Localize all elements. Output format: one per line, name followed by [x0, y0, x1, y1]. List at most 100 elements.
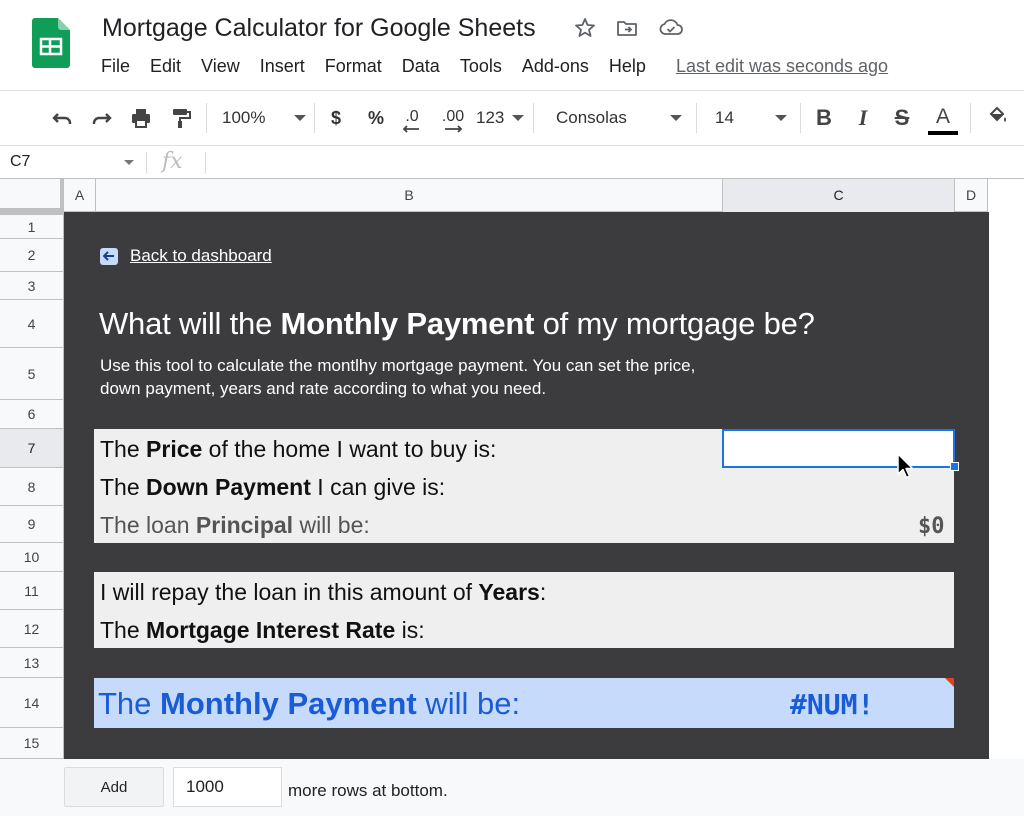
row-header[interactable]: 7	[0, 429, 64, 468]
rows-count-input[interactable]	[173, 767, 282, 807]
toolbar-divider	[206, 103, 207, 133]
row-header[interactable]: 4	[0, 300, 64, 348]
last-edit-link[interactable]: Last edit was seconds ago	[676, 56, 888, 78]
menu-tools[interactable]: Tools	[460, 56, 502, 78]
menu-data[interactable]: Data	[402, 56, 440, 78]
column-header-b[interactable]: B	[96, 179, 723, 212]
currency-format-button[interactable]: $	[322, 91, 350, 145]
row-header[interactable]: 11	[0, 572, 64, 610]
row-header[interactable]: 10	[0, 543, 64, 572]
down-payment-input-cell[interactable]	[722, 469, 954, 506]
percent-format-button[interactable]: %	[362, 91, 390, 145]
paint-format-icon[interactable]	[165, 91, 197, 145]
row-header[interactable]: 15	[0, 728, 64, 759]
chevron-down-icon	[512, 115, 524, 121]
arrow-right-icon	[445, 125, 463, 133]
document-title[interactable]: Mortgage Calculator for Google Sheets	[102, 14, 536, 43]
error-indicator-icon[interactable]	[945, 678, 954, 687]
chevron-down-icon	[124, 160, 134, 165]
cloud-saved-icon[interactable]	[658, 16, 683, 40]
fx-icon: fx	[162, 149, 183, 174]
monthly-payment-value[interactable]: #NUM!	[790, 688, 874, 721]
description-text: Use this tool to calculate the montlhy m…	[100, 356, 696, 398]
column-header-d[interactable]: D	[955, 179, 988, 212]
row-header[interactable]: 9	[0, 506, 64, 543]
toolbar-divider	[696, 103, 697, 133]
row-header[interactable]: 12	[0, 610, 64, 648]
price-input-cell[interactable]	[722, 429, 955, 468]
toolbar-divider	[533, 103, 534, 133]
interest-rate-label: The Mortgage Interest Rate is:	[100, 617, 425, 643]
fill-color-icon[interactable]	[982, 91, 1014, 145]
menu-insert[interactable]: Insert	[260, 56, 305, 78]
formula-input[interactable]	[212, 146, 1012, 178]
font-size-select[interactable]: 14	[715, 91, 787, 145]
add-rows-bar: Add more rows at bottom.	[0, 759, 1024, 816]
column-headers: A B C D	[0, 179, 988, 212]
menu-help[interactable]: Help	[609, 56, 646, 78]
menu-format[interactable]: Format	[325, 56, 382, 78]
chevron-down-icon	[294, 115, 306, 121]
zoom-select[interactable]: 100%	[222, 91, 306, 145]
menu-add-ons[interactable]: Add-ons	[522, 56, 589, 78]
font-family-value: Consolas	[556, 108, 627, 127]
toolbar-divider	[314, 103, 315, 133]
column-header-a[interactable]: A	[64, 179, 96, 212]
menu-file[interactable]: File	[101, 56, 130, 78]
column-header-c[interactable]: C	[723, 179, 955, 212]
rows-text: more rows at bottom.	[288, 781, 448, 800]
years-input-cell[interactable]	[722, 574, 954, 611]
formula-divider	[146, 152, 147, 174]
menu-edit[interactable]: Edit	[150, 56, 181, 78]
row-header[interactable]: 13	[0, 648, 64, 678]
arrow-left-icon	[100, 247, 118, 265]
bold-icon[interactable]: B	[810, 91, 838, 145]
zoom-value: 100%	[222, 108, 266, 127]
price-label: The Price of the home I want to buy is:	[100, 436, 497, 462]
years-label: I will repay the loan in this amount of …	[100, 579, 547, 605]
star-icon[interactable]	[573, 16, 597, 40]
text-color-icon[interactable]: A	[926, 91, 960, 145]
toolbar-divider	[970, 103, 971, 133]
monthly-payment-label: The Monthly Payment will be:	[98, 686, 521, 721]
select-all-corner[interactable]	[0, 179, 64, 212]
row-header[interactable]: 8	[0, 468, 64, 506]
name-box[interactable]: C7	[0, 146, 142, 178]
arrow-left-icon	[403, 125, 419, 133]
font-family-select[interactable]: Consolas	[556, 91, 682, 145]
principal-label: The loan Principal will be:	[100, 512, 370, 538]
cell-reference: C7	[10, 153, 31, 170]
chevron-down-icon	[670, 115, 682, 121]
print-icon[interactable]	[125, 91, 157, 145]
row-header[interactable]: 6	[0, 400, 64, 429]
mouse-pointer-icon	[897, 453, 915, 481]
redo-icon[interactable]	[86, 91, 118, 145]
formula-divider	[205, 152, 206, 174]
back-link-label: Back to dashboard	[130, 246, 272, 265]
menu-view[interactable]: View	[201, 56, 240, 78]
formula-bar: C7 fx	[0, 146, 1024, 179]
interest-rate-input-cell[interactable]	[722, 612, 954, 648]
page-title: What will the Monthly Payment of my mort…	[99, 306, 815, 341]
undo-icon[interactable]	[46, 91, 78, 145]
more-formats-select[interactable]: 123	[476, 91, 524, 145]
increase-decimal-button[interactable]: .00	[436, 91, 470, 145]
row-header[interactable]: 3	[0, 272, 64, 300]
strikethrough-icon[interactable]: S	[888, 91, 916, 145]
add-rows-button[interactable]: Add	[64, 767, 164, 807]
row-header[interactable]: 2	[0, 239, 64, 272]
chevron-down-icon	[775, 115, 787, 121]
decrease-decimal-button[interactable]: .0	[396, 91, 428, 145]
back-to-dashboard-link[interactable]: Back to dashboard	[100, 246, 272, 266]
move-folder-icon[interactable]	[615, 16, 639, 40]
principal-value: $0	[918, 514, 945, 539]
row-header[interactable]: 1	[0, 212, 64, 239]
menu-bar: File Edit View Insert Format Data Tools …	[101, 56, 908, 78]
row-header[interactable]: 5	[0, 348, 64, 400]
row-header[interactable]: 14	[0, 678, 64, 728]
font-size-value: 14	[715, 108, 734, 127]
sheets-logo-icon[interactable]	[32, 18, 70, 68]
down-payment-label: The Down Payment I can give is:	[100, 474, 446, 500]
italic-icon[interactable]: I	[849, 91, 877, 145]
toolbar: 100% $ % .0 .00 123 Consolas 14 B I S A	[0, 90, 1024, 146]
